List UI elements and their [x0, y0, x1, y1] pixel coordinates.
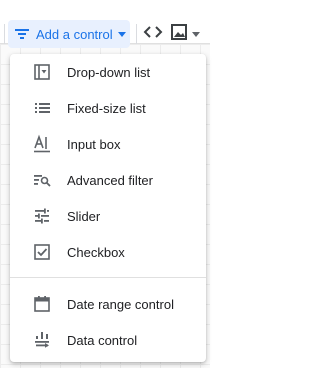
menu-item-advanced-filter[interactable]: Advanced filter [10, 162, 206, 198]
menu-item-fixed-size-list[interactable]: Fixed-size list [10, 90, 206, 126]
menu-item-drop-down-list[interactable]: Drop-down list [10, 54, 206, 90]
list-icon [32, 98, 52, 118]
data-control-icon [32, 330, 52, 350]
menu-item-label: Drop-down list [67, 64, 151, 80]
menu-item-label: Checkbox [67, 244, 125, 260]
add-control-button[interactable]: Add a control [8, 20, 130, 48]
menu-item-slider[interactable]: Slider [10, 198, 206, 234]
chevron-down-icon [192, 31, 200, 37]
filter-list-icon [14, 27, 30, 41]
menu-item-label: Advanced filter [67, 172, 153, 188]
toolbar-divider [4, 24, 5, 44]
embed-code-button[interactable] [142, 23, 164, 45]
calendar-icon [32, 294, 52, 314]
add-control-label: Add a control [36, 26, 113, 42]
image-button[interactable] [170, 22, 208, 46]
advanced-filter-icon [32, 170, 52, 190]
add-control-menu: Drop-down list Fixed-size list Input box [10, 54, 206, 362]
toolbar-divider [136, 24, 137, 44]
slider-icon [32, 206, 52, 226]
image-icon [170, 23, 188, 46]
menu-item-data-control[interactable]: Data control [10, 322, 206, 358]
menu-item-checkbox[interactable]: Checkbox [10, 234, 206, 270]
menu-item-label: Date range control [67, 296, 174, 312]
input-box-icon [32, 134, 52, 154]
dropdown-list-icon [32, 62, 52, 82]
menu-item-input-box[interactable]: Input box [10, 126, 206, 162]
menu-item-label: Input box [67, 136, 121, 152]
menu-item-label: Data control [67, 332, 138, 348]
menu-divider [10, 277, 206, 278]
menu-item-date-range-control[interactable]: Date range control [10, 286, 206, 322]
code-brackets-icon [143, 25, 163, 44]
chevron-down-icon [117, 31, 126, 37]
menu-item-label: Fixed-size list [67, 100, 146, 116]
menu-item-label: Slider [67, 208, 101, 224]
checkbox-icon [32, 242, 52, 262]
